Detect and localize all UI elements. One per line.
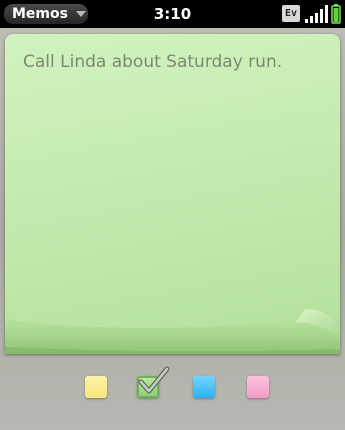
status-bar: Memos 3:10 Ev xyxy=(0,0,345,28)
memo-text[interactable]: Call Linda about Saturday run. xyxy=(23,52,323,72)
color-picker xyxy=(0,366,345,416)
memo-note[interactable]: Call Linda about Saturday run. xyxy=(5,34,340,354)
page-curl xyxy=(5,309,340,354)
signal-strength-icon xyxy=(305,5,328,23)
battery-icon xyxy=(331,4,341,24)
color-swatch-pink[interactable] xyxy=(247,376,269,398)
color-swatch-yellow[interactable] xyxy=(85,376,107,398)
checkmark-icon xyxy=(138,366,170,394)
color-swatch-blue[interactable] xyxy=(193,376,215,398)
network-type-icon: Ev xyxy=(282,5,300,22)
